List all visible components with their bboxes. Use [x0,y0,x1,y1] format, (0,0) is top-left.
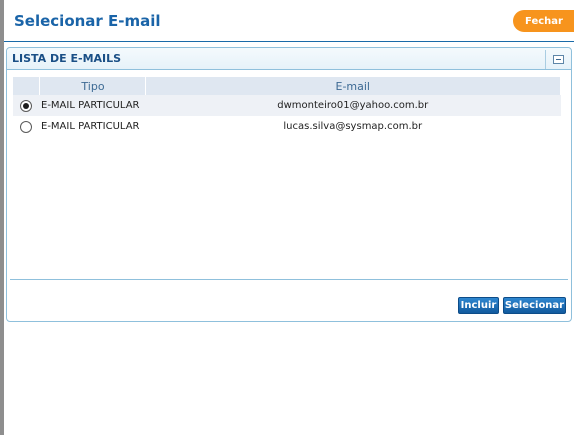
table-row[interactable]: E-MAIL PARTICULAR lucas.silva@sysmap.com… [13,116,561,137]
close-button[interactable]: Fechar [513,10,574,32]
panel-title: LISTA DE E-MAILS [12,52,122,65]
left-edge-strip [0,0,4,435]
email-radio-selected[interactable] [20,99,32,112]
email-radio[interactable] [20,120,32,133]
page-header: Selecionar E-mail [4,0,574,42]
table-header-row: Tipo E-mail [13,77,561,95]
email-list-panel: LISTA DE E-MAILS Tipo E-mail E-MAIL PART… [6,47,572,322]
panel-divider [10,279,568,280]
email-address: dwmonteiro01@yahoo.com.br [145,95,561,116]
column-header-email: E-mail [145,77,561,95]
row-radio-cell [13,95,39,116]
email-table: Tipo E-mail E-MAIL PARTICULAR dwmonteiro… [13,77,561,137]
collapse-button[interactable] [545,50,571,69]
table-row[interactable]: E-MAIL PARTICULAR dwmonteiro01@yahoo.com… [13,95,561,116]
select-button[interactable]: Selecionar [503,297,566,314]
email-type: E-MAIL PARTICULAR [39,95,145,116]
email-type: E-MAIL PARTICULAR [39,116,145,137]
include-button[interactable]: Incluir [458,297,499,314]
page-title: Selecionar E-mail [14,12,161,30]
collapse-icon [553,55,564,64]
panel-header: LISTA DE E-MAILS [7,48,571,70]
row-radio-cell [13,116,39,137]
column-header-type: Tipo [39,77,146,95]
email-address: lucas.silva@sysmap.com.br [145,116,561,137]
column-header-select [13,77,40,95]
